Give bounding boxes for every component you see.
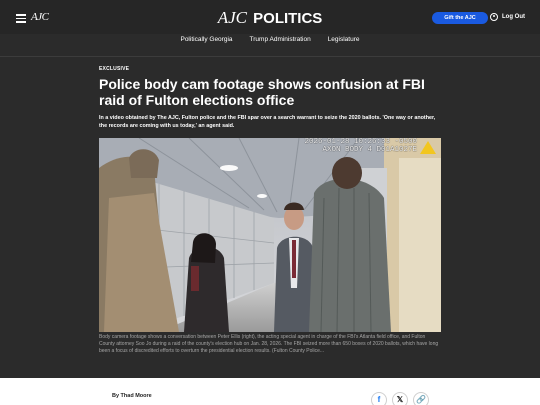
author-byline: By Thad Moore — [112, 393, 152, 399]
brand-ajc: AJC — [217, 8, 247, 27]
nav-item-legislature[interactable]: Legislature — [328, 36, 360, 50]
logout-label: Log Out — [502, 14, 525, 20]
photo-caption: Body camera footage shows a conversation… — [99, 334, 439, 354]
x-share-icon[interactable]: 𝕏 — [392, 392, 408, 405]
byline-bar: By Thad Moore f 𝕏 🔗 — [0, 378, 540, 405]
brand-section: POLITICS — [253, 10, 323, 27]
bodycam-timestamp: 2026-01-28 10:26:33 -0500 — [304, 138, 417, 146]
article-headline: Police body cam footage shows confusion … — [99, 76, 425, 108]
section-nav: Politically Georgia Trump Administration… — [0, 36, 540, 50]
copy-link-icon[interactable]: 🔗 — [413, 392, 429, 405]
divider — [0, 56, 540, 57]
user-icon — [490, 13, 498, 21]
facebook-share-icon[interactable]: f — [371, 392, 387, 405]
logout-button[interactable]: Log Out — [490, 13, 525, 21]
article-photo[interactable]: 2026-01-28 10:26:33 -0500 AXON BODY 4 D0… — [99, 138, 441, 332]
bodycam-camera-id: AXON BODY 4 D01A1027E — [322, 146, 417, 154]
bodycam-image — [99, 138, 441, 332]
gift-button[interactable]: Gift the AJC — [432, 12, 488, 24]
nav-item-trump-administration[interactable]: Trump Administration — [250, 36, 311, 50]
top-bar: AJC AJC POLITICS Gift the AJC Log Out — [0, 0, 540, 34]
axon-logo-icon — [420, 141, 436, 154]
article-dek: In a video obtained by The AJC, Fulton p… — [99, 115, 436, 129]
nav-item-politically-georgia[interactable]: Politically Georgia — [180, 36, 232, 50]
article-kicker: EXCLUSIVE — [99, 66, 130, 72]
